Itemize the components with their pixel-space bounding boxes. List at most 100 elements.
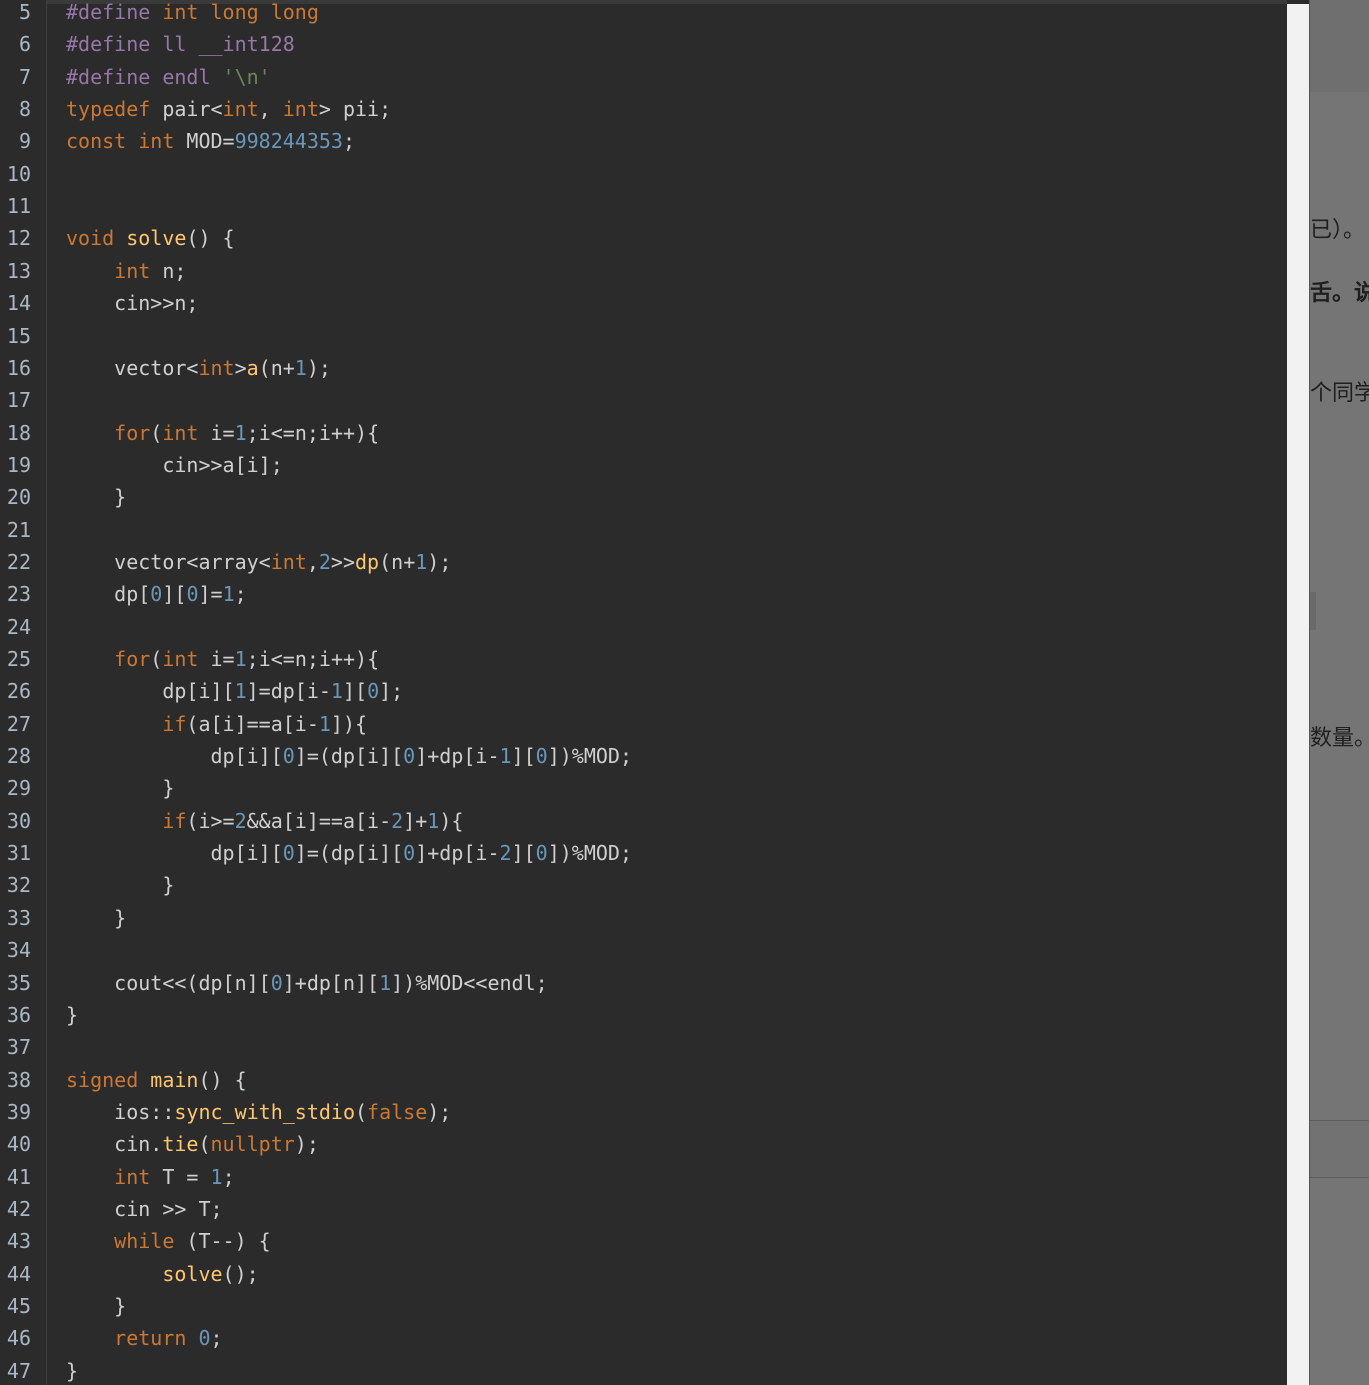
- code-text: }: [66, 772, 174, 804]
- code-line[interactable]: 30 if(i>=2&&a[i]==a[i-2]+1){: [0, 805, 1287, 837]
- code-token: ]=: [198, 582, 223, 607]
- code-line[interactable]: 15: [0, 320, 1287, 352]
- code-token: ]+dp[n][: [282, 970, 380, 995]
- panel-footer-band: [1310, 1120, 1369, 1178]
- code-token: 0: [198, 1326, 211, 1351]
- code-token: 2: [234, 808, 247, 833]
- code-text: signed main() {: [66, 1064, 247, 1096]
- code-text: }: [66, 869, 174, 901]
- code-token: ;: [342, 129, 356, 154]
- code-line[interactable]: 41 int T = 1;: [0, 1161, 1287, 1193]
- code-line[interactable]: 27 if(a[i]==a[i-1]){: [0, 708, 1287, 740]
- code-token: int: [162, 420, 211, 445]
- code-line[interactable]: 6 #define ll __int128: [0, 28, 1287, 60]
- code-line[interactable]: 46 return 0;: [0, 1322, 1287, 1354]
- editor-scrollbar[interactable]: [1287, 4, 1309, 1385]
- code-line[interactable]: 45 }: [0, 1290, 1287, 1322]
- code-token: return: [114, 1326, 199, 1351]
- code-line[interactable]: 14 cin>>n;: [0, 287, 1287, 319]
- code-line[interactable]: 9 const int MOD=998244353;: [0, 125, 1287, 157]
- code-token: for: [114, 420, 151, 445]
- code-text: ios::sync_with_stdio(false);: [66, 1096, 451, 1128]
- code-line[interactable]: 28 dp[i][0]=(dp[i][0]+dp[i-1][0])%MOD;: [0, 740, 1287, 772]
- code-line[interactable]: 36}: [0, 999, 1287, 1031]
- code-editor[interactable]: 5 #define int long long 6 #define ll __int1…: [0, 0, 1287, 1385]
- code-token: 0: [535, 744, 548, 769]
- code-line[interactable]: 21: [0, 514, 1287, 546]
- code-line[interactable]: 8 typedef pair<int, int> pii;: [0, 93, 1287, 125]
- code-line[interactable]: 44 solve();: [0, 1258, 1287, 1290]
- line-number: 26: [6, 679, 31, 704]
- code-line[interactable]: 26 dp[i][1]=dp[i-1][0];: [0, 675, 1287, 707]
- code-line[interactable]: 25 for(int i=1;i<=n;i++){: [0, 643, 1287, 675]
- code-line[interactable]: 31 dp[i][0]=(dp[i][0]+dp[i-2][0])%MOD;: [0, 837, 1287, 869]
- code-line[interactable]: 12 void solve() {: [0, 222, 1287, 254]
- code-token: dp[i][: [66, 679, 235, 704]
- code-line[interactable]: 38 signed main() {: [0, 1064, 1287, 1096]
- code-token: 2: [318, 549, 331, 574]
- code-line[interactable]: 35 cout<<(dp[n][0]+dp[n][1])%MOD<<endl;: [0, 967, 1287, 999]
- code-token: );: [427, 1099, 452, 1124]
- code-token: vector<: [66, 355, 199, 380]
- code-token: >>: [330, 549, 356, 574]
- code-token: a: [246, 355, 259, 380]
- code-token: 1: [234, 679, 247, 704]
- code-text: void solve() {: [66, 222, 235, 254]
- line-number: 32: [6, 873, 31, 898]
- code-line[interactable]: 7 #define endl '\n': [0, 61, 1287, 93]
- code-line[interactable]: 42 cin >> T;: [0, 1193, 1287, 1225]
- code-token: 1: [427, 808, 440, 833]
- code-token: 0: [403, 744, 416, 769]
- line-number: 33: [6, 905, 31, 930]
- line-number: 36: [6, 1002, 31, 1027]
- line-number: 13: [6, 258, 31, 283]
- code-token: for: [114, 647, 151, 671]
- code-line[interactable]: 34: [0, 934, 1287, 966]
- code-token: 0: [270, 970, 283, 995]
- code-line[interactable]: 39 ios::sync_with_stdio(false);: [0, 1096, 1287, 1128]
- code-token: while: [114, 1229, 187, 1254]
- code-line[interactable]: 43 while (T--) {: [0, 1225, 1287, 1257]
- code-line[interactable]: 40 cin.tie(nullptr);: [0, 1128, 1287, 1160]
- code-line[interactable]: 11: [0, 190, 1287, 222]
- code-line[interactable]: 33 }: [0, 902, 1287, 934]
- code-line[interactable]: 22 vector<array<int,2>>dp(n+1);: [0, 546, 1287, 578]
- code-token: n;: [162, 258, 187, 283]
- code-line[interactable]: 37: [0, 1031, 1287, 1063]
- code-line[interactable]: 23 dp[0][0]=1;: [0, 578, 1287, 610]
- code-line[interactable]: 29 }: [0, 772, 1287, 804]
- code-token: 1: [379, 970, 392, 995]
- line-number: 11: [6, 194, 31, 219]
- code-line[interactable]: 24: [0, 611, 1287, 643]
- code-text: cin>>n;: [66, 287, 198, 319]
- code-text: vector<array<int,2>>dp(n+1);: [66, 546, 451, 578]
- line-number: 23: [6, 582, 31, 607]
- line-number: 20: [6, 485, 31, 510]
- code-token: 1: [415, 549, 428, 574]
- code-token: dp[i][: [66, 841, 283, 866]
- code-token: (: [150, 647, 163, 671]
- code-text: vector<int>a(n+1);: [66, 352, 331, 384]
- statement-snippet-2: 舌。说: [1310, 281, 1369, 306]
- code-text: cin >> T;: [66, 1193, 222, 1225]
- code-line[interactable]: 19 cin>>a[i];: [0, 449, 1287, 481]
- code-text: #define endl '\n': [66, 61, 271, 93]
- code-line[interactable]: 16 vector<int>a(n+1);: [0, 352, 1287, 384]
- code-line[interactable]: 32 }: [0, 869, 1287, 901]
- code-line[interactable]: 10: [0, 158, 1287, 190]
- code-line[interactable]: 5 #define int long long: [0, 0, 1287, 28]
- code-token: 1: [234, 420, 247, 445]
- line-number: 46: [6, 1326, 31, 1351]
- code-line[interactable]: 17: [0, 384, 1287, 416]
- code-line[interactable]: 47}: [0, 1355, 1287, 1385]
- code-token: sync_with_stdio: [174, 1099, 355, 1124]
- code-token: int: [198, 355, 235, 380]
- code-line[interactable]: 20 }: [0, 481, 1287, 513]
- code-line[interactable]: 13 int n;: [0, 255, 1287, 287]
- code-token: &&a[i]==a[i-: [246, 808, 392, 833]
- code-token: cin>>n;: [66, 291, 199, 316]
- code-token: }: [66, 873, 175, 898]
- code-line[interactable]: 18 for(int i=1;i<=n;i++){: [0, 417, 1287, 449]
